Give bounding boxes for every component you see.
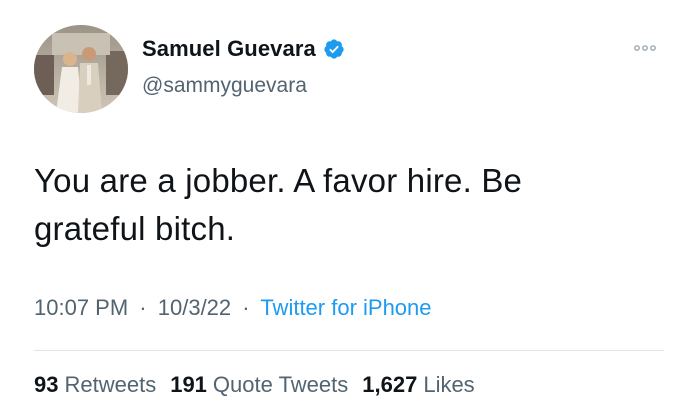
- likes-stat[interactable]: 1,627 Likes: [362, 372, 474, 398]
- tweet-card: Samuel Guevara @sammyguevara You are a j…: [0, 0, 680, 415]
- retweets-stat[interactable]: 93 Retweets: [34, 372, 156, 398]
- tweet-metadata: 10:07 PM · 10/3/22 · Twitter for iPhone: [34, 295, 432, 321]
- retweets-count: 93: [34, 372, 59, 397]
- meta-separator: ·: [242, 295, 250, 320]
- likes-count: 1,627: [362, 372, 418, 397]
- quote-tweets-label: Quote Tweets: [212, 372, 349, 397]
- more-options-icon[interactable]: [632, 40, 658, 56]
- engagement-stats: 93 Retweets 191 Quote Tweets 1,627 Likes: [34, 372, 475, 398]
- retweets-label: Retweets: [64, 372, 157, 397]
- tweet-date[interactable]: 10/3/22: [158, 295, 231, 320]
- display-name[interactable]: Samuel Guevara: [142, 36, 316, 62]
- avatar[interactable]: [34, 25, 128, 113]
- user-handle[interactable]: @sammyguevara: [142, 74, 307, 98]
- tweet-time[interactable]: 10:07 PM: [34, 295, 128, 320]
- author-name-row[interactable]: Samuel Guevara: [142, 36, 345, 62]
- quote-tweets-count: 191: [170, 372, 207, 397]
- tweet-text: You are a jobber. A favor hire. Be grate…: [34, 162, 523, 247]
- verified-badge-icon: [324, 39, 344, 59]
- profile-photo: [34, 25, 128, 113]
- meta-separator: ·: [139, 295, 147, 320]
- tweet-source-link[interactable]: Twitter for iPhone: [260, 295, 431, 320]
- quote-tweets-stat[interactable]: 191 Quote Tweets: [170, 372, 348, 398]
- likes-label: Likes: [423, 372, 475, 397]
- divider: [34, 350, 664, 351]
